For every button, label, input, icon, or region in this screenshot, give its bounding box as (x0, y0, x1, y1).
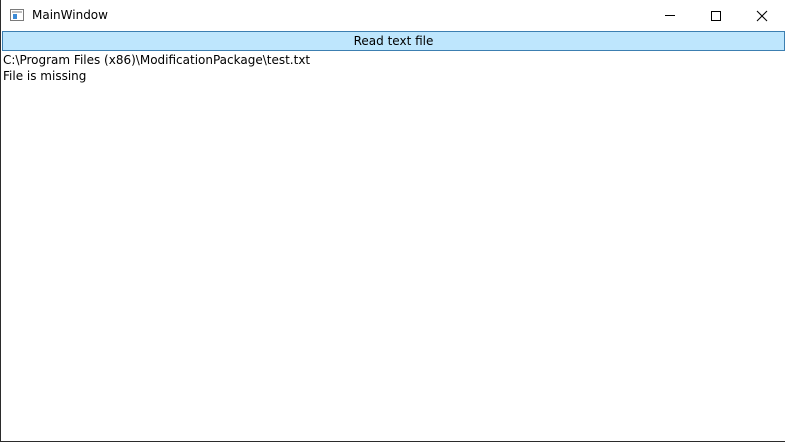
close-button[interactable] (739, 0, 785, 31)
window-title: MainWindow (32, 8, 108, 22)
minimize-icon (665, 15, 675, 16)
file-path-text: C:\Program Files (x86)\ModificationPacka… (3, 53, 311, 67)
maximize-icon (711, 11, 721, 21)
maximize-button[interactable] (693, 0, 739, 31)
read-text-file-button[interactable]: Read text file (2, 31, 785, 51)
status-text: File is missing (3, 69, 87, 83)
main-window: MainWindow Read text file C:\Program Fil… (0, 0, 785, 442)
close-icon (756, 10, 768, 22)
minimize-button[interactable] (647, 0, 693, 31)
title-bar[interactable]: MainWindow (1, 0, 785, 31)
app-window-icon[interactable] (10, 9, 24, 21)
